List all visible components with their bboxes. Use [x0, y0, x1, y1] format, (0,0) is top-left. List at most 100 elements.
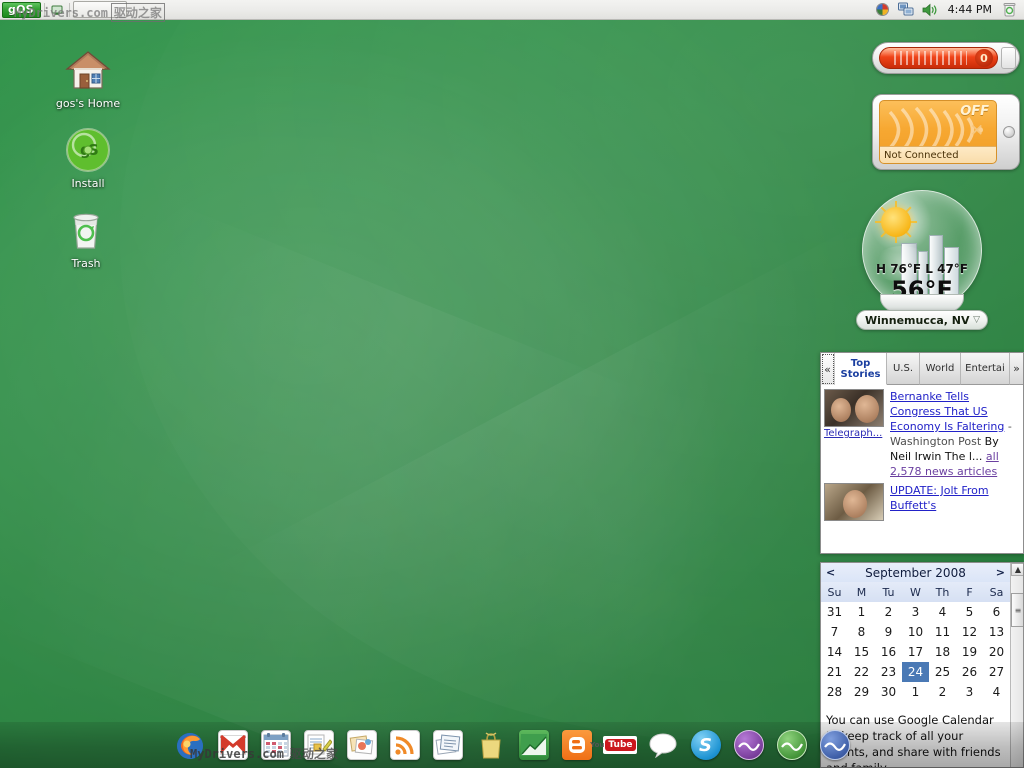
calendar-day[interactable]: 21 — [821, 662, 848, 682]
calendar-day[interactable]: 15 — [848, 642, 875, 662]
weather-widget[interactable]: H 76°F L 47°F 56°F Winnemucca, NV ▽ — [856, 190, 988, 332]
calendar-day[interactable]: 29 — [848, 682, 875, 702]
dock-item-wave-purple[interactable] — [733, 729, 765, 761]
update-manager-icon[interactable] — [874, 2, 891, 18]
calendar-day[interactable]: 2 — [875, 602, 902, 622]
scroll-up-button[interactable]: ▲ — [1011, 563, 1024, 576]
calendar-day[interactable]: 6 — [983, 602, 1010, 622]
battery-meter-widget[interactable]: 0 — [872, 42, 1020, 74]
news-thumbnail-icon[interactable] — [824, 483, 884, 521]
calendar-day[interactable]: 22 — [848, 662, 875, 682]
dock-item-picasa[interactable] — [346, 729, 378, 761]
calendar-day[interactable]: 5 — [956, 602, 983, 622]
calendar-grid-glyph — [263, 732, 289, 758]
news-next-tab-button[interactable]: » — [1010, 353, 1023, 385]
scrollbar-thumb[interactable]: ≡ — [1011, 593, 1024, 627]
news-tab-world[interactable]: World — [920, 353, 961, 385]
wave-glyph — [781, 738, 803, 752]
weather-location-selector[interactable]: Winnemucca, NV ▽ — [856, 310, 988, 330]
chevron-down-icon[interactable]: ▽ — [973, 315, 980, 325]
news-tab-top-stories[interactable]: Top Stories — [835, 353, 887, 385]
calendar-day[interactable]: 2 — [929, 682, 956, 702]
news-thumbnail-icon[interactable] — [824, 389, 884, 427]
dock-item-firefox[interactable] — [174, 729, 206, 761]
news-tab-entertainment[interactable]: Entertai — [961, 353, 1010, 385]
calendar-day[interactable]: 31 — [821, 602, 848, 622]
dock-item-wave-green[interactable] — [776, 729, 808, 761]
calendar-day[interactable]: 30 — [875, 682, 902, 702]
taskbar-window-button[interactable] — [73, 1, 127, 18]
news-text-block: UPDATE: Jolt From Buffett's — [890, 483, 1020, 521]
news-source-link[interactable]: Telegraph... — [824, 428, 886, 439]
dock-item-finance[interactable] — [518, 729, 550, 761]
calendar-day[interactable]: 18 — [929, 642, 956, 662]
calendar-day[interactable]: 27 — [983, 662, 1010, 682]
network-monitor-icon[interactable] — [898, 2, 915, 18]
calendar-day[interactable]: 19 — [956, 642, 983, 662]
dock-item-blogger[interactable] — [561, 729, 593, 761]
desktop-icon-home[interactable]: gos's Home — [42, 46, 134, 110]
wave-glyph — [824, 738, 846, 752]
calendar-icon — [261, 730, 291, 760]
calendar-day[interactable]: 9 — [875, 622, 902, 642]
calendar-day[interactable]: 1 — [902, 682, 929, 702]
desktop-icon-trash[interactable]: Trash — [40, 206, 132, 270]
news-headline-link[interactable]: UPDATE: Jolt From Buffett's — [890, 484, 989, 512]
desktop-icon-install[interactable]: g S Install — [42, 126, 134, 190]
photo-face — [855, 395, 879, 423]
news-prev-tab-button[interactable]: « — [821, 353, 835, 385]
rss-glyph — [393, 733, 417, 757]
volume-icon[interactable] — [922, 2, 939, 18]
dock-item-skype[interactable]: S — [690, 729, 722, 761]
calendar-day-selected[interactable]: 24 — [902, 662, 929, 682]
news-headline-link[interactable]: Bernanke Tells Congress That US Economy … — [890, 390, 1004, 433]
dock-item-youtube[interactable]: You Tube — [604, 729, 636, 761]
trash-applet-glyph — [1003, 2, 1016, 17]
show-desktop-icon[interactable] — [48, 2, 66, 18]
calendar-day[interactable]: 16 — [875, 642, 902, 662]
news-item[interactable]: Telegraph... Bernanke Tells Congress Tha… — [824, 389, 1020, 479]
trash-applet-icon[interactable] — [1001, 2, 1018, 18]
calendar-day[interactable]: 12 — [956, 622, 983, 642]
calendar-day[interactable]: 4 — [983, 682, 1010, 702]
calendar-day[interactable]: 4 — [929, 602, 956, 622]
dock-item-gmail[interactable] — [217, 729, 249, 761]
calendar-day[interactable]: 17 — [902, 642, 929, 662]
dock-item-reader[interactable] — [389, 729, 421, 761]
wifi-screen: OFF ✕ Not Connected — [879, 100, 997, 164]
dock-item-shopping[interactable] — [475, 729, 507, 761]
wifi-widget[interactable]: OFF ✕ Not Connected — [872, 94, 1020, 170]
calendar-day[interactable]: 3 — [902, 602, 929, 622]
calendar-day[interactable]: 23 — [875, 662, 902, 682]
calendar-day[interactable]: 20 — [983, 642, 1010, 662]
calendar-day[interactable]: 1 — [848, 602, 875, 622]
news-tab-us[interactable]: U.S. — [887, 353, 920, 385]
calendar-day[interactable]: 3 — [956, 682, 983, 702]
news-widget[interactable]: « Top Stories U.S. World Entertai » Tele… — [820, 352, 1024, 554]
clock[interactable]: 4:44 PM — [946, 3, 994, 16]
dock-item-wave-blue[interactable] — [819, 729, 851, 761]
calendar-day[interactable]: 7 — [821, 622, 848, 642]
calendar-day[interactable]: 14 — [821, 642, 848, 662]
calendar-prev-month-button[interactable]: < — [826, 566, 835, 579]
calendar-day[interactable]: 13 — [983, 622, 1010, 642]
dock-item-calendar[interactable] — [260, 729, 292, 761]
calendar-day[interactable]: 26 — [956, 662, 983, 682]
skype-icon: S — [691, 730, 721, 760]
dock-item-chat[interactable] — [647, 729, 679, 761]
calendar-day[interactable]: 11 — [929, 622, 956, 642]
calendar-grid: 31 1 2 3 4 5 6 7 8 9 10 11 12 13 14 15 1… — [821, 602, 1010, 702]
calendar-day[interactable]: 8 — [848, 622, 875, 642]
news-item[interactable]: UPDATE: Jolt From Buffett's — [824, 483, 1020, 521]
dock-item-news[interactable] — [432, 729, 464, 761]
calendar-day[interactable]: 28 — [821, 682, 848, 702]
wifi-knob[interactable] — [1003, 126, 1015, 138]
calendar-day[interactable]: 25 — [929, 662, 956, 682]
dock-item-docs[interactable] — [303, 729, 335, 761]
gos-menu-button[interactable]: gOS — [2, 2, 41, 18]
network-glyph — [898, 2, 914, 17]
desktop-icon-label: gos's Home — [56, 97, 120, 110]
gos-wave-purple-icon — [734, 730, 764, 760]
calendar-next-month-button[interactable]: > — [996, 566, 1005, 579]
calendar-day[interactable]: 10 — [902, 622, 929, 642]
